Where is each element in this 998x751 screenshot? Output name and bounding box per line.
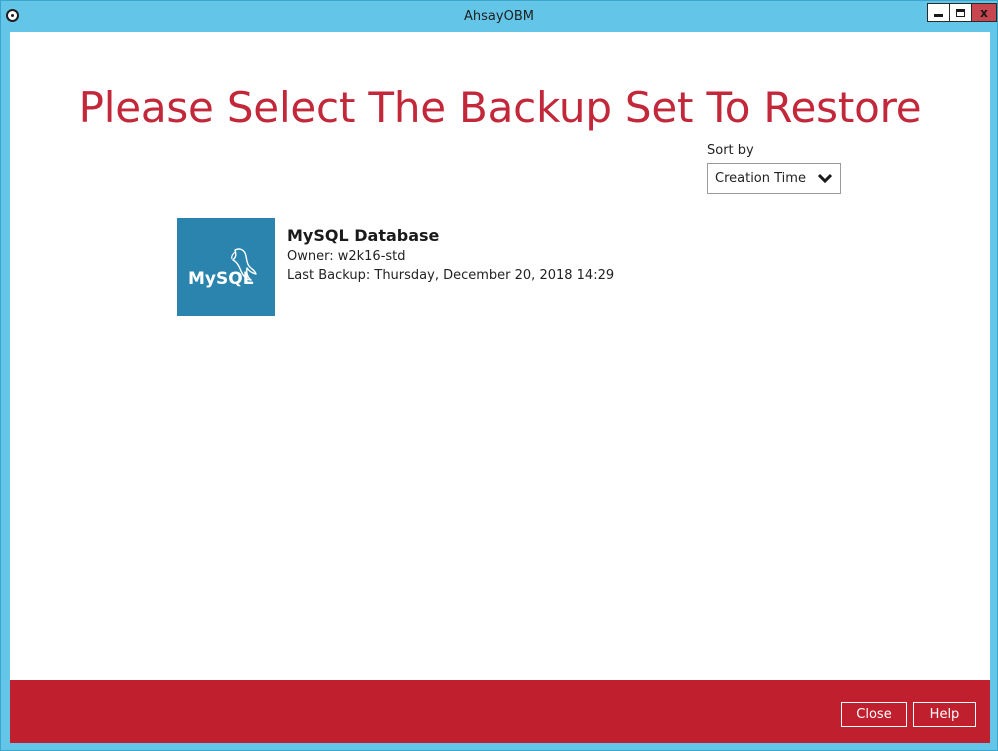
close-button[interactable]: Close [841,702,907,727]
chevron-down-icon [818,173,832,183]
sort-by-label: Sort by [707,143,754,158]
backup-set-name: MySQL Database [287,226,440,245]
page-title: Please Select The Backup Set To Restore [78,83,922,132]
main-content: Please Select The Backup Set To Restore … [10,32,990,680]
maximize-button[interactable] [949,3,972,22]
backup-set-last-backup: Last Backup: Thursday, December 20, 2018… [287,268,615,283]
minimize-button[interactable] [927,3,950,22]
backup-set-owner: Owner: w2k16-std [287,249,406,264]
footer-bar: Close Help [10,680,990,743]
app-window: AhsayOBM x Please Select The Backup Set … [0,0,998,751]
title-bar[interactable]: AhsayOBM x [1,1,997,32]
window-title: AhsayOBM [464,9,534,24]
help-button[interactable]: Help [913,702,976,727]
close-icon: x [980,5,988,20]
window-close-button[interactable]: x [971,3,997,22]
backup-set-item[interactable]: MySQL MySQL Database Owner: w2k16-std La… [177,218,637,318]
maximize-icon [956,8,965,17]
minimize-icon [934,13,943,17]
mysql-logo: MySQL [177,218,275,316]
mysql-logo-text: MySQL [188,269,254,289]
sort-selected-value: Creation Time [715,171,806,186]
sort-by-dropdown[interactable]: Creation Time [707,163,841,194]
